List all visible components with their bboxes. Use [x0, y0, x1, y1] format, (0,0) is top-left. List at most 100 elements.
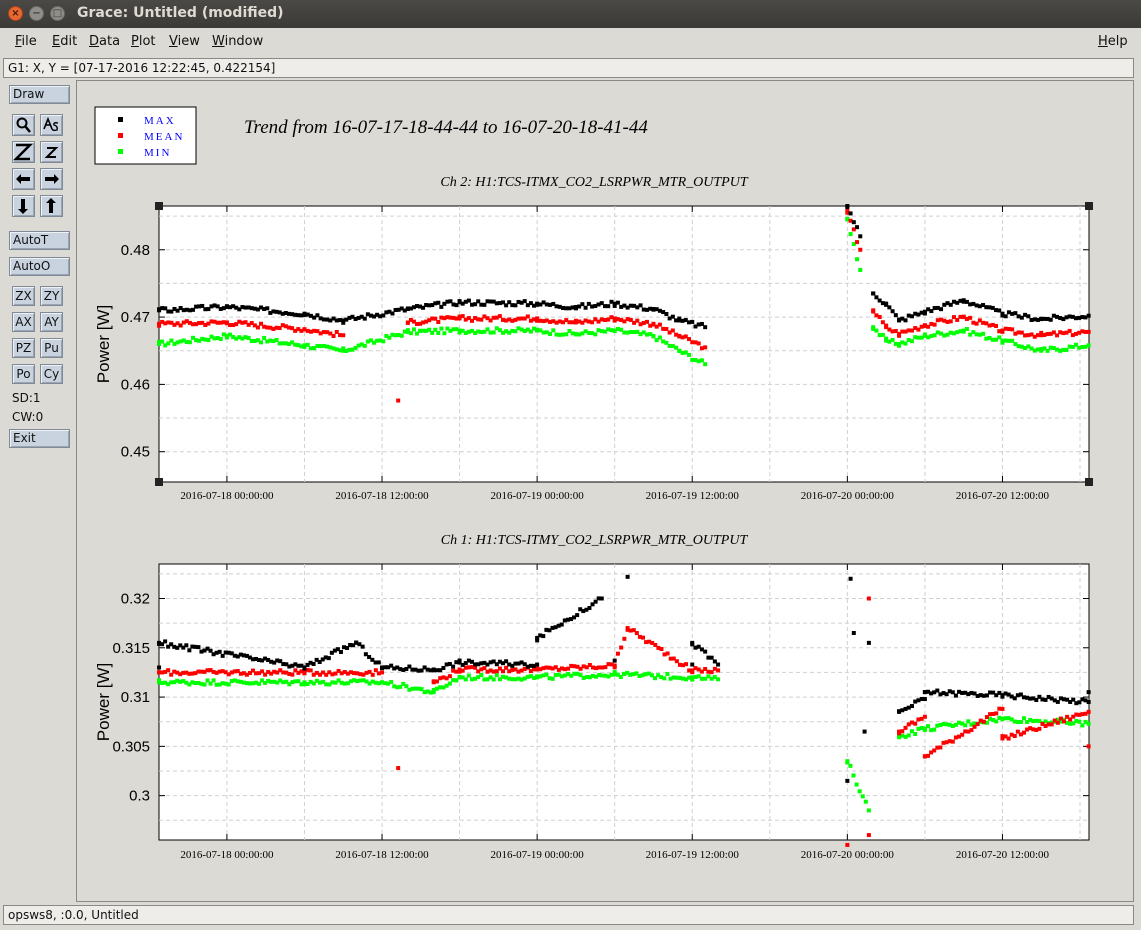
graph-ch1[interactable]: 0.3 0.305 0.31 0.315 0.32 2016-07-18 00:00:00… [94, 533, 1091, 861]
menu-data[interactable]: Data [89, 34, 120, 49]
graph-title: Ch 1: H1:TCS-ITMY_CO2_LSRPWR_MTR_OUTPUT [441, 533, 749, 548]
pu-button[interactable]: Pu [40, 338, 63, 358]
data-point-min [550, 676, 555, 681]
data-point-max [217, 649, 222, 654]
data-point-max [1083, 698, 1088, 703]
data-point-min [994, 719, 999, 724]
data-point-mean [1083, 711, 1088, 716]
data-point-min [848, 763, 853, 768]
legend-label-min: MIN [144, 147, 171, 159]
data-point-mean [670, 328, 675, 333]
x-tick-label: 2016-07-18 00:00:00 [180, 490, 274, 502]
data-point-mean [525, 314, 530, 319]
data-point-mean [994, 711, 999, 716]
maximize-window-button[interactable]: □ [50, 6, 65, 21]
data-point-min [218, 336, 223, 341]
cy-button[interactable]: Cy [40, 364, 63, 384]
data-point-max [1071, 697, 1076, 702]
status-bar: opsws8, :0.0, Untitled [3, 905, 1134, 925]
legend-symbol-min [118, 149, 123, 154]
y-tick-label: 0.31 [121, 689, 150, 706]
y-tick-label: 0.305 [112, 738, 150, 755]
data-point-max [532, 663, 537, 668]
data-point-mean [376, 671, 381, 676]
data-point-mean [290, 672, 295, 677]
zoom-out-button[interactable] [40, 141, 63, 163]
data-point-mean [1055, 720, 1060, 725]
y-tick-label: 0.47 [121, 309, 150, 326]
data-point-max [858, 234, 863, 239]
zoom-button[interactable] [12, 114, 35, 136]
data-point-mean [997, 706, 1002, 711]
data-point-min [399, 333, 404, 338]
data-point-max [1083, 315, 1088, 320]
menu-plot[interactable]: Plot [131, 34, 156, 49]
scroll-down-button[interactable] [12, 195, 35, 217]
draw-button[interactable]: Draw [9, 85, 70, 104]
scroll-up-icon [46, 198, 56, 213]
ay-button[interactable]: AY [40, 312, 63, 332]
autoscale-button[interactable] [40, 114, 63, 136]
legend-box[interactable]: MAX MEAN MIN [94, 106, 197, 165]
data-point-mean [665, 651, 670, 656]
data-point-max [457, 658, 462, 663]
y-tick-label: 0.3 [129, 788, 150, 805]
data-point-max [703, 649, 708, 654]
plot-svg[interactable]: MAX MEAN MIN Trend from 16-07-17-18-44-4… [77, 81, 1133, 901]
data-point-mean [370, 672, 375, 677]
minimize-window-button[interactable]: − [29, 6, 44, 21]
zoom-icon [16, 117, 31, 133]
menu-window[interactable]: Window [212, 34, 263, 49]
data-point-max [466, 298, 471, 303]
po-button[interactable]: Po [12, 364, 35, 384]
data-point-min [274, 337, 279, 342]
legend-symbol-mean [118, 133, 123, 138]
data-point-max [596, 596, 601, 601]
data-point-min [903, 341, 908, 346]
data-point-min [848, 232, 853, 237]
data-point-mean [645, 319, 650, 324]
close-window-button[interactable]: × [8, 6, 23, 21]
data-point-min [491, 330, 496, 335]
data-point-max [187, 648, 192, 653]
pz-button[interactable]: PZ [12, 338, 35, 358]
data-point-mean [436, 319, 441, 324]
data-point-max [855, 225, 860, 230]
data-point-mean [877, 314, 882, 319]
data-point-max [587, 606, 592, 611]
zoom-in-button[interactable] [12, 141, 35, 163]
scroll-right-button[interactable] [40, 168, 63, 190]
y-tick-label: 0.45 [121, 444, 150, 461]
zx-button[interactable]: ZX [12, 286, 35, 306]
data-point-min [436, 330, 441, 335]
data-point-min [854, 782, 859, 787]
autot-button[interactable]: AutoT [9, 231, 70, 250]
menu-help[interactable]: Help [1098, 34, 1128, 49]
graph-ch2[interactable]: 0.45 0.46 0.47 0.48 2016-07-18 00:00:00 2016-… [94, 175, 1093, 502]
data-point-mean [893, 329, 898, 334]
ax-button[interactable]: AX [12, 312, 35, 332]
data-point-max [848, 211, 853, 216]
scroll-left-button[interactable] [12, 168, 35, 190]
data-point-max [311, 661, 316, 666]
window-titlebar[interactable]: × − □ Grace: Untitled (modified) [0, 0, 1141, 28]
menu-edit[interactable]: Edit [52, 34, 77, 49]
data-point-max [163, 639, 168, 644]
data-point-mean [938, 745, 943, 750]
data-point-max [845, 778, 850, 783]
data-point-mean [447, 674, 452, 679]
data-point-min [389, 680, 394, 685]
data-point-mean [897, 333, 902, 338]
zy-button[interactable]: ZY [40, 286, 63, 306]
menu-file[interactable]: File [15, 34, 37, 49]
data-point-max [454, 303, 459, 308]
data-point-mean [871, 309, 876, 314]
scroll-up-button[interactable] [40, 195, 63, 217]
exit-button[interactable]: Exit [9, 429, 70, 448]
data-point-mean [866, 596, 871, 601]
autoo-button[interactable]: AutoO [9, 257, 70, 276]
data-point-min [442, 331, 447, 336]
menu-view[interactable]: View [169, 34, 200, 49]
plot-canvas[interactable]: MAX MEAN MIN Trend from 16-07-17-18-44-4… [76, 80, 1134, 902]
x-tick-label: 2016-07-19 00:00:00 [491, 849, 585, 861]
